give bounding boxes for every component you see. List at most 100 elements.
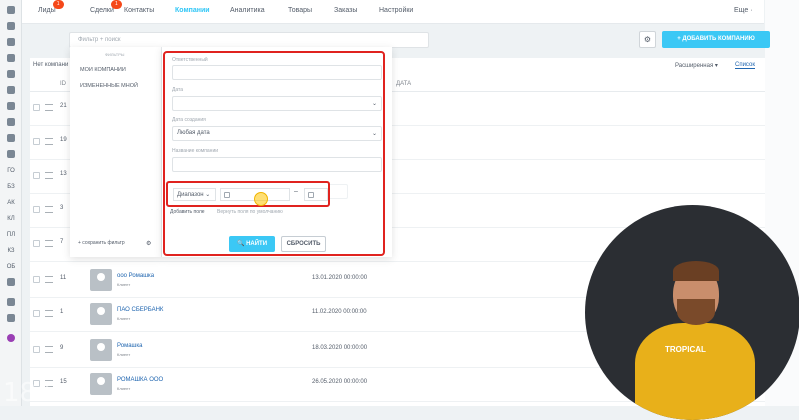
- row-menu-icon[interactable]: [45, 310, 53, 317]
- company-avatar: [90, 373, 112, 395]
- range-dash: –: [294, 188, 298, 195]
- presenter-hair: [673, 261, 719, 281]
- row-checkbox[interactable]: [33, 276, 40, 283]
- gear-icon[interactable]: [7, 314, 15, 322]
- company-name-link[interactable]: ПАО СБЕРБАНК: [117, 307, 163, 313]
- rail-item-kz[interactable]: КЗ: [4, 246, 18, 256]
- row-menu-icon[interactable]: [45, 276, 53, 283]
- preset-changed-by-me[interactable]: ИЗМЕНЕННЫЕ МНОЙ: [80, 83, 138, 89]
- age-rating-watermark: 18+: [3, 378, 58, 408]
- more-menu[interactable]: Еще ·: [734, 7, 753, 14]
- store-icon[interactable]: [7, 134, 15, 142]
- mail-icon[interactable]: [7, 70, 15, 78]
- left-rail: ГО БЗ АК КЛ ПЛ КЗ ОБ: [0, 0, 22, 406]
- find-button-label: НАЙТИ: [246, 241, 268, 247]
- company-date: 13.01.2020 00:00:00: [312, 275, 368, 281]
- range-type-value: Диапазон: [177, 192, 204, 198]
- tab-leads[interactable]: Лиды 1: [38, 0, 64, 14]
- preset-my-companies[interactable]: МОИ КОМПАНИИ: [80, 67, 126, 73]
- range-type-select[interactable]: Диапазон ⌄: [173, 188, 216, 201]
- row-id: 3: [60, 205, 64, 211]
- row-checkbox[interactable]: [33, 240, 40, 247]
- cursor-indicator: [254, 192, 268, 206]
- row-menu-icon[interactable]: [45, 346, 53, 353]
- row-menu-icon[interactable]: [45, 104, 53, 111]
- warning-icon[interactable]: [7, 298, 15, 306]
- row-checkbox[interactable]: [33, 172, 40, 179]
- company-name-link[interactable]: ооо Ромашка: [117, 273, 154, 279]
- rail-item-pl[interactable]: ПЛ: [4, 230, 18, 240]
- row-checkbox[interactable]: [33, 346, 40, 353]
- col-date[interactable]: ДАТА: [396, 81, 411, 87]
- company-avatar: [90, 303, 112, 325]
- row-id: 19: [60, 137, 67, 143]
- clock-icon[interactable]: [7, 118, 15, 126]
- row-checkbox[interactable]: [33, 104, 40, 111]
- tab-products[interactable]: Товары: [288, 7, 312, 14]
- company-avatar: [90, 269, 112, 291]
- tab-companies[interactable]: Компании: [175, 7, 210, 14]
- user-avatar-icon[interactable]: [7, 334, 15, 342]
- row-id: 15: [60, 379, 67, 385]
- presets-title: ФИЛЬТРЫ: [105, 52, 125, 57]
- range-to-input[interactable]: [304, 188, 328, 201]
- tab-contacts[interactable]: Контакты: [124, 7, 154, 14]
- sites-icon[interactable]: [7, 150, 15, 158]
- company-name-link[interactable]: Ромашка: [117, 343, 142, 349]
- rail-item-go[interactable]: ГО: [4, 166, 18, 176]
- company-avatar: [90, 339, 112, 361]
- find-button[interactable]: 🔍 НАЙТИ: [229, 236, 275, 252]
- top-nav: Лиды 1 Сделки 1 Контакты Компании Аналитик…: [22, 0, 764, 24]
- crm-icon[interactable]: [7, 54, 15, 62]
- rail-item-kl[interactable]: КЛ: [4, 214, 18, 224]
- date-range-row: Диапазон ⌄ –: [166, 181, 330, 207]
- settings-gear-button[interactable]: ⚙: [639, 31, 656, 48]
- tab-orders[interactable]: Заказы: [334, 7, 357, 14]
- rail-item-bz[interactable]: БЗ: [4, 182, 18, 192]
- presenter-beard: [677, 299, 715, 325]
- row-checkbox[interactable]: [33, 138, 40, 145]
- rail-item-ak[interactable]: АК: [4, 198, 18, 208]
- chat-icon[interactable]: [7, 22, 15, 30]
- company-name-link[interactable]: РОМАШКА ООО: [117, 377, 163, 383]
- presets-settings-icon[interactable]: ⚙: [146, 240, 151, 247]
- view-list-link[interactable]: Список: [735, 62, 755, 69]
- company-type: Клиент: [117, 352, 131, 357]
- company-type: Клиент: [117, 282, 131, 287]
- tab-settings[interactable]: Настройки: [379, 7, 413, 14]
- presenter-video: TROPICAL: [585, 205, 799, 420]
- tab-deals[interactable]: Сделки 1: [90, 0, 122, 14]
- filter-search-input[interactable]: Фильтр + поиск: [69, 32, 429, 48]
- row-checkbox[interactable]: [33, 206, 40, 213]
- row-checkbox[interactable]: [33, 310, 40, 317]
- company-date: 11.02.2020 00:00:00: [312, 309, 367, 315]
- highlight-outline: [163, 51, 385, 256]
- row-id: 1: [60, 309, 64, 315]
- drive-icon[interactable]: [7, 86, 15, 94]
- menu-icon[interactable]: [7, 6, 15, 14]
- col-id[interactable]: ID: [60, 81, 66, 87]
- tab-label: Сделки: [90, 7, 114, 14]
- settings-icon[interactable]: [7, 278, 15, 286]
- view-mode-select[interactable]: Расширенная ▾: [675, 62, 718, 69]
- calendar-icon[interactable]: [7, 102, 15, 110]
- no-companies-label: Нет компани: [33, 62, 69, 68]
- add-company-button[interactable]: + ДОБАВИТЬ КОМПАНИЮ: [662, 31, 770, 48]
- tab-label: Лиды: [38, 7, 56, 14]
- row-menu-icon[interactable]: [45, 138, 53, 145]
- row-id: 13: [60, 171, 67, 177]
- rail-item-ob[interactable]: ОБ: [4, 262, 18, 272]
- save-filter-link[interactable]: + сохранить фильтр: [78, 240, 125, 246]
- row-menu-icon[interactable]: [45, 172, 53, 179]
- company-type: Клиент: [117, 316, 131, 321]
- tab-badge: 1: [52, 0, 64, 9]
- tasks-icon[interactable]: [7, 38, 15, 46]
- tab-analytics[interactable]: Аналитика: [230, 7, 265, 14]
- row-menu-icon[interactable]: [45, 206, 53, 213]
- calendar-icon: [308, 192, 314, 198]
- reset-button[interactable]: СБРОСИТЬ: [281, 236, 326, 252]
- row-id: 7: [60, 239, 64, 245]
- presenter-shirt: [635, 323, 755, 420]
- row-menu-icon[interactable]: [45, 240, 53, 247]
- filter-presets-panel: ФИЛЬТРЫ МОИ КОМПАНИИ ИЗМЕНЕННЫЕ МНОЙ + с…: [70, 47, 162, 257]
